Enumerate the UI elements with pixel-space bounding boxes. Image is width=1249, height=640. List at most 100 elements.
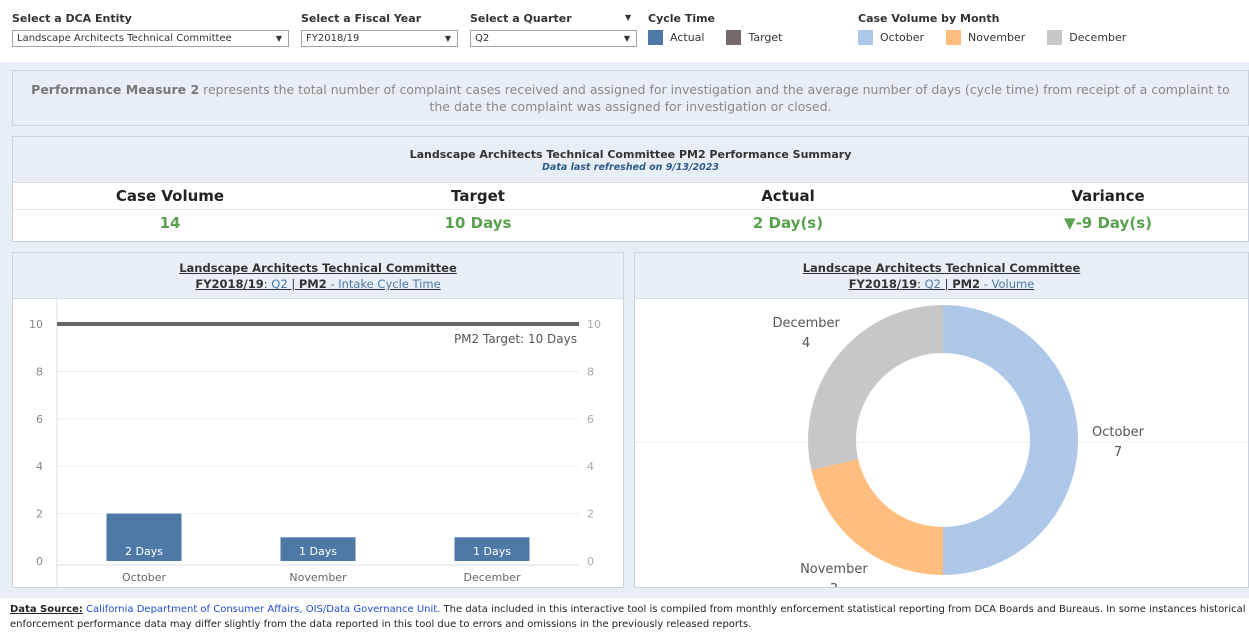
slice-value-label: 7 xyxy=(1114,445,1122,460)
x-tick-label: December xyxy=(463,571,521,584)
cycle-time-panel-title: Landscape Architects Technical Committee xyxy=(179,261,457,275)
filter-bar: Select a DCA Entity Landscape Architects… xyxy=(0,0,1249,62)
volume-panel: Landscape Architects Technical Committee… xyxy=(634,252,1249,597)
summary-header: Landscape Architects Technical Committee… xyxy=(13,137,1248,183)
separator: | xyxy=(287,277,299,291)
kpi-value-target: 10 Days xyxy=(444,214,512,232)
fiscal-year-filter: Select a Fiscal Year FY2018/19 ▼ xyxy=(301,12,458,47)
legend-swatch xyxy=(858,30,873,45)
legend-item-october[interactable]: October xyxy=(858,30,924,45)
cycle-time-legend: Cycle Time Actual Target xyxy=(648,12,805,45)
kpi-labels: Case Volume Target Actual Variance xyxy=(13,183,1248,209)
kpi-value-variance: ▼-9 Day(s) xyxy=(988,214,1228,232)
chevron-down-icon: ▼ xyxy=(444,34,451,43)
quarter-text: Q2 xyxy=(924,277,941,291)
cycle-time-panel-header: Landscape Architects Technical Committee… xyxy=(13,253,623,299)
slice-category-label: November xyxy=(800,562,868,577)
quarter-select-value: Q2 xyxy=(475,33,490,44)
measure-description-text: represents the total number of complaint… xyxy=(199,82,1230,114)
separator: : xyxy=(917,277,925,291)
entity-select-value: Landscape Architects Technical Committee xyxy=(17,33,232,44)
fiscal-year-filter-label: Select a Fiscal Year xyxy=(301,12,422,25)
chevron-down-icon: ▼ xyxy=(623,34,630,43)
slice-value-label: 4 xyxy=(802,336,810,351)
quarter-filter: Select a Quarter Q2 ▼ xyxy=(470,12,637,47)
quarter-text: Q2 xyxy=(271,277,288,291)
volume-donut-chart: October 7 November 3 December 4 xyxy=(635,305,1248,597)
measure-name: - Intake Cycle Time xyxy=(326,277,441,291)
slice-value-label: 3 xyxy=(830,582,838,587)
y2-tick-label: 0 xyxy=(587,555,594,568)
legend-item-december[interactable]: December xyxy=(1047,30,1126,45)
legend-label: November xyxy=(968,31,1026,44)
legend-label: October xyxy=(880,31,925,44)
kpi-label-actual: Actual xyxy=(761,187,815,205)
quarter-select[interactable]: Q2 ▼ xyxy=(470,30,637,47)
fiscal-year-select-value: FY2018/19 xyxy=(306,33,360,44)
chevron-down-icon: ▼ xyxy=(275,34,282,43)
y-tick-label: 0 xyxy=(36,555,43,568)
x-tick-label: November xyxy=(289,571,347,584)
legend-swatch xyxy=(648,30,663,45)
quarter-filter-label: Select a Quarter xyxy=(470,12,572,25)
cycle-time-legend-title: Cycle Time xyxy=(648,12,716,25)
y-tick-label: 10 xyxy=(29,318,43,331)
legend-item-target[interactable]: Target xyxy=(726,30,783,45)
measure-code: PM2 xyxy=(952,277,981,291)
measure-description-bold: Performance Measure 2 xyxy=(31,82,200,97)
data-source-link[interactable]: California Department of Consumer Affair… xyxy=(83,604,440,615)
volume-panel-subtitle: FY2018/19: Q2 | PM2 - Volume xyxy=(635,277,1248,291)
legend-label: December xyxy=(1069,31,1127,44)
legend-swatch xyxy=(946,30,962,45)
x-tick-label: October xyxy=(122,571,166,584)
fiscal-year-select[interactable]: FY2018/19 ▼ xyxy=(301,30,458,47)
kpi-label-case-volume: Case Volume xyxy=(115,187,225,205)
kpi-value-case-volume: 14 xyxy=(159,214,181,232)
cycle-time-bar-chart: 0 0 2 2 4 4 6 6 8 8 10 10 2 Days October 1 Days Novembe… xyxy=(29,299,601,587)
y2-tick-label: 2 xyxy=(587,508,594,521)
donut-slice xyxy=(811,459,943,575)
legend-label: Target xyxy=(748,31,783,44)
fiscal-year-text: FY2018/19 xyxy=(848,277,918,291)
slice-category-label: December xyxy=(772,316,840,331)
separator: | xyxy=(941,277,953,291)
measure-code: PM2 xyxy=(298,277,327,291)
legend-item-actual[interactable]: Actual xyxy=(648,30,704,45)
y-tick-label: 4 xyxy=(36,460,43,473)
slice-category-label: October xyxy=(1092,425,1145,440)
volume-legend-title: Case Volume by Month xyxy=(858,12,1000,25)
bar-label: 1 Days xyxy=(473,545,511,558)
data-source-label: Data Source: xyxy=(10,604,83,615)
y2-tick-label: 10 xyxy=(587,318,601,331)
legend-item-november[interactable]: November xyxy=(946,30,1025,45)
kpi-values: 14 10 Days 2 Day(s) ▼-9 Day(s) xyxy=(13,209,1248,235)
cycle-time-panel-subtitle: FY2018/19: Q2 | PM2 - Intake Cycle Time xyxy=(13,277,623,291)
bar-label: 2 Days xyxy=(125,545,163,558)
summary-title: Landscape Architects Technical Committee… xyxy=(409,148,852,161)
volume-legend: Case Volume by Month October November De… xyxy=(858,12,1148,45)
data-source-footer: Data Source: California Department of Co… xyxy=(0,598,1249,640)
kpi-label-target: Target xyxy=(451,187,505,205)
volume-panel-title: Landscape Architects Technical Committee xyxy=(802,261,1081,275)
cycle-time-panel: Landscape Architects Technical Committee… xyxy=(12,252,624,588)
fiscal-year-text: FY2018/19 xyxy=(195,277,264,291)
legend-swatch xyxy=(726,30,742,45)
y2-tick-label: 4 xyxy=(587,460,594,473)
y-tick-label: 6 xyxy=(36,413,43,426)
performance-summary: Landscape Architects Technical Committee… xyxy=(12,136,1249,242)
measure-name: - Volume xyxy=(980,277,1035,291)
bar-label: 1 Days xyxy=(299,545,337,558)
summary-refreshed: Data last refreshed on 9/13/2023 xyxy=(542,162,719,173)
entity-filter-label: Select a DCA Entity xyxy=(12,12,132,25)
measure-description: Performance Measure 2 represents the tot… xyxy=(12,70,1249,126)
y2-tick-label: 6 xyxy=(587,413,594,426)
kpi-label-variance: Variance xyxy=(1071,187,1145,205)
y2-tick-label: 8 xyxy=(587,365,594,378)
entity-filter: Select a DCA Entity Landscape Architects… xyxy=(12,12,289,47)
triangle-down-icon: ▼ xyxy=(1064,214,1076,232)
y-tick-label: 8 xyxy=(36,365,43,378)
entity-select[interactable]: Landscape Architects Technical Committee… xyxy=(12,30,289,47)
legend-menu-icon[interactable]: ▼ xyxy=(625,13,631,22)
kpi-value-variance-text: -9 Day(s) xyxy=(1075,214,1152,232)
y-tick-label: 2 xyxy=(36,508,43,521)
